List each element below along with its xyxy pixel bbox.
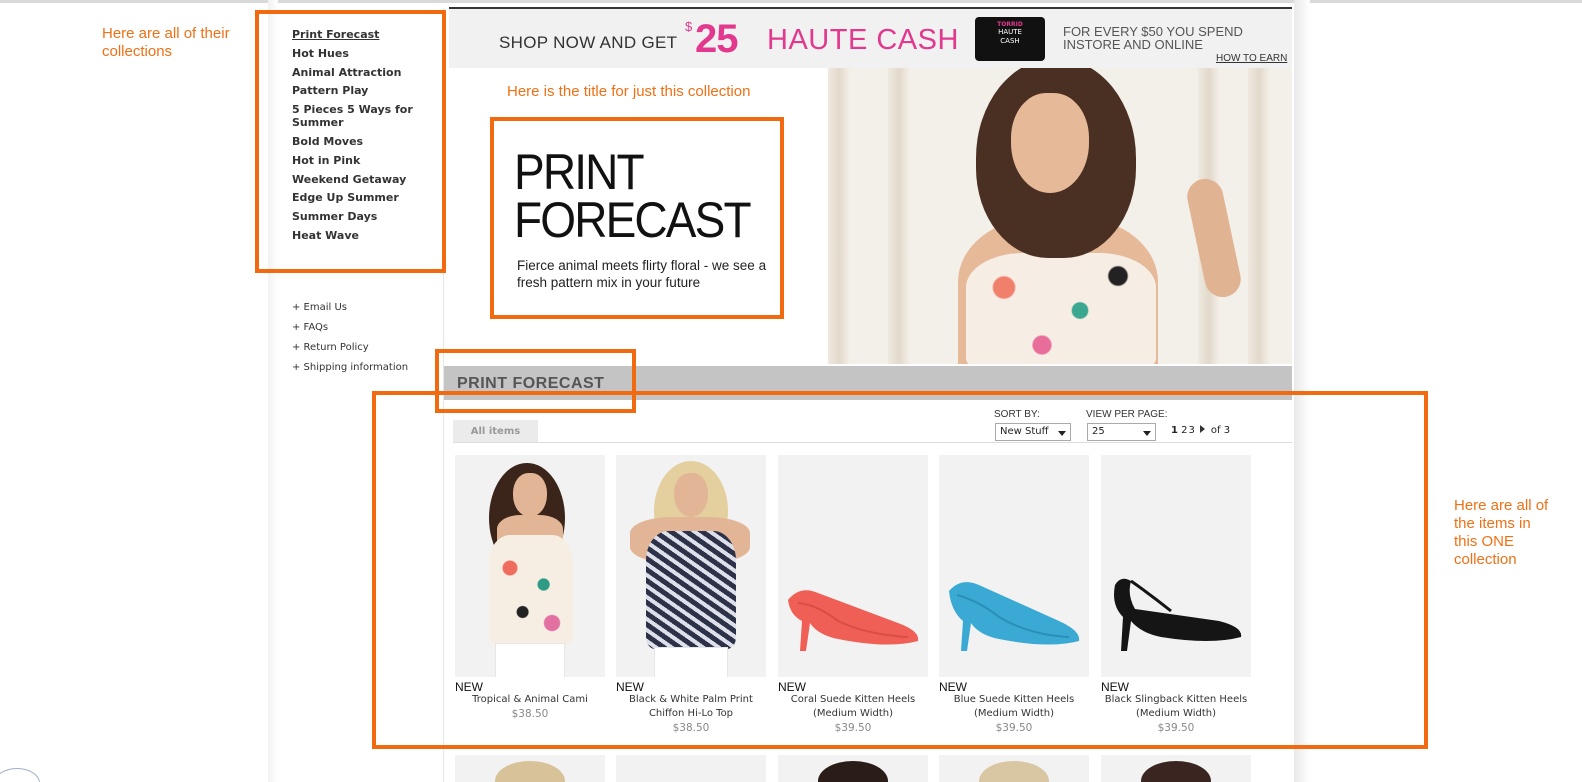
product-image-row2[interactable] [778,755,928,782]
banner-shop-now-text: SHOP NOW AND GET [499,33,678,52]
corner-circle-icon [0,768,40,782]
annotation-collections-note: Here are all of their collections [102,25,230,60]
banner-amount: 25 [695,17,738,61]
annotation-title-note: Here is the title for just this collecti… [507,83,751,100]
annotation-box-hero-title [490,117,784,319]
annotation-items-note: Here are all of the items in this ONE co… [1454,497,1549,568]
faqs-link[interactable]: + FAQs [292,322,408,334]
card-line2: CASH [1000,37,1020,45]
page-root: Here are all of their collections Here i… [0,0,1582,782]
banner-currency: $ [685,19,693,34]
card-brand: TORRID [997,21,1023,28]
annotation-box-collections [255,10,446,273]
hero-model-photo [828,68,1292,364]
annotation-box-items [372,391,1428,749]
how-to-earn-link[interactable]: HOW TO EARN [1216,53,1287,64]
product-image-row2[interactable] [455,755,605,782]
return-policy-link[interactable]: + Return Policy [292,342,408,354]
help-links: + Email Us + FAQs + Return Policy + Ship… [292,302,408,382]
card-line1: HAUTE [998,28,1022,36]
product-image-row2[interactable] [1101,755,1251,782]
email-us-link[interactable]: + Email Us [292,302,408,314]
haute-cash-card-image: TORRID HAUTE CASH [975,17,1045,61]
banner-haute-cash: HAUTE CASH [767,24,959,56]
product-image-row2[interactable] [939,755,1089,782]
haute-cash-banner[interactable]: SHOP NOW AND GET $ 25 HAUTE CASH TORRID … [449,7,1292,68]
banner-earn-text: FOR EVERY $50 YOU SPEND INSTORE AND ONLI… [1063,24,1243,52]
top-rule [0,0,1582,3]
product-image-row2[interactable] [616,755,766,782]
shipping-information-link[interactable]: + Shipping information [292,362,408,374]
